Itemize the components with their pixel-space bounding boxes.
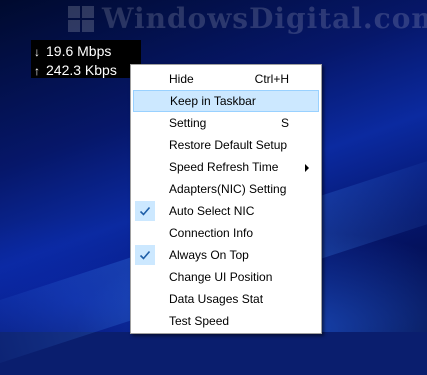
menu-item-label: Test Speed (169, 314, 230, 328)
menu-item-test-speed[interactable]: Test Speed (133, 310, 319, 332)
upload-speed-value: 242.3 Kbps (46, 62, 117, 78)
menu-item-label: Connection Info (169, 226, 254, 240)
menu-item-label: Speed Refresh Time (169, 160, 279, 174)
faded-background-text (33, 82, 128, 146)
menu-item-keep-in-taskbar[interactable]: Keep in Taskbar (133, 90, 319, 112)
download-speed-row: ↓ 19.6 Mbps (34, 42, 141, 61)
arrow-up-icon: ↑ (34, 64, 40, 78)
menu-item-label: Setting (169, 116, 207, 130)
menu-item-adapters-nic-setting[interactable]: Adapters(NIC) Setting (133, 178, 319, 200)
menu-item-shortcut: S (280, 116, 289, 130)
arrow-down-icon: ↓ (34, 45, 40, 59)
context-menu: Hide Ctrl+H Keep in Taskbar Setting S Restore… (130, 64, 322, 334)
checkmark-icon (135, 201, 155, 221)
menu-item-connection-info[interactable]: Connection Info (133, 222, 319, 244)
checkmark-icon (135, 245, 155, 265)
download-speed-value: 19.6 Mbps (46, 43, 112, 59)
upload-speed-row: ↑ 242.3 Kbps (34, 61, 141, 80)
menu-item-label: Data Usages Stat (169, 292, 264, 306)
menu-item-data-usages-stat[interactable]: Data Usages Stat (133, 288, 319, 310)
menu-item-label: Auto Select NIC (169, 204, 255, 218)
network-speed-widget[interactable]: ↓ 19.6 Mbps ↑ 242.3 Kbps (31, 40, 141, 78)
menu-item-label: Hide (169, 72, 194, 86)
menu-item-auto-select-nic[interactable]: Auto Select NIC (133, 200, 319, 222)
menu-item-label: Restore Default Setup (169, 138, 288, 152)
menu-item-restore-default-setup[interactable]: Restore Default Setup (133, 134, 319, 156)
menu-item-label: Change UI Position (169, 270, 273, 284)
menu-item-setting[interactable]: Setting S (133, 112, 319, 134)
watermark-text: WindowsDigital.com (102, 2, 427, 35)
menu-item-label: Always On Top (169, 248, 249, 262)
menu-item-change-ui-position[interactable]: Change UI Position (133, 266, 319, 288)
menu-item-speed-refresh-time[interactable]: Speed Refresh Time (133, 156, 319, 178)
watermark: WindowsDigital.com (68, 2, 427, 35)
menu-item-always-on-top[interactable]: Always On Top (133, 244, 319, 266)
chevron-right-icon (305, 164, 309, 172)
menu-item-label: Adapters(NIC) Setting (169, 182, 287, 196)
menu-item-hide[interactable]: Hide Ctrl+H (133, 68, 319, 90)
menu-item-label: Keep in Taskbar (170, 94, 256, 108)
windows-logo-icon (68, 5, 94, 32)
menu-item-shortcut: Ctrl+H (254, 72, 289, 86)
